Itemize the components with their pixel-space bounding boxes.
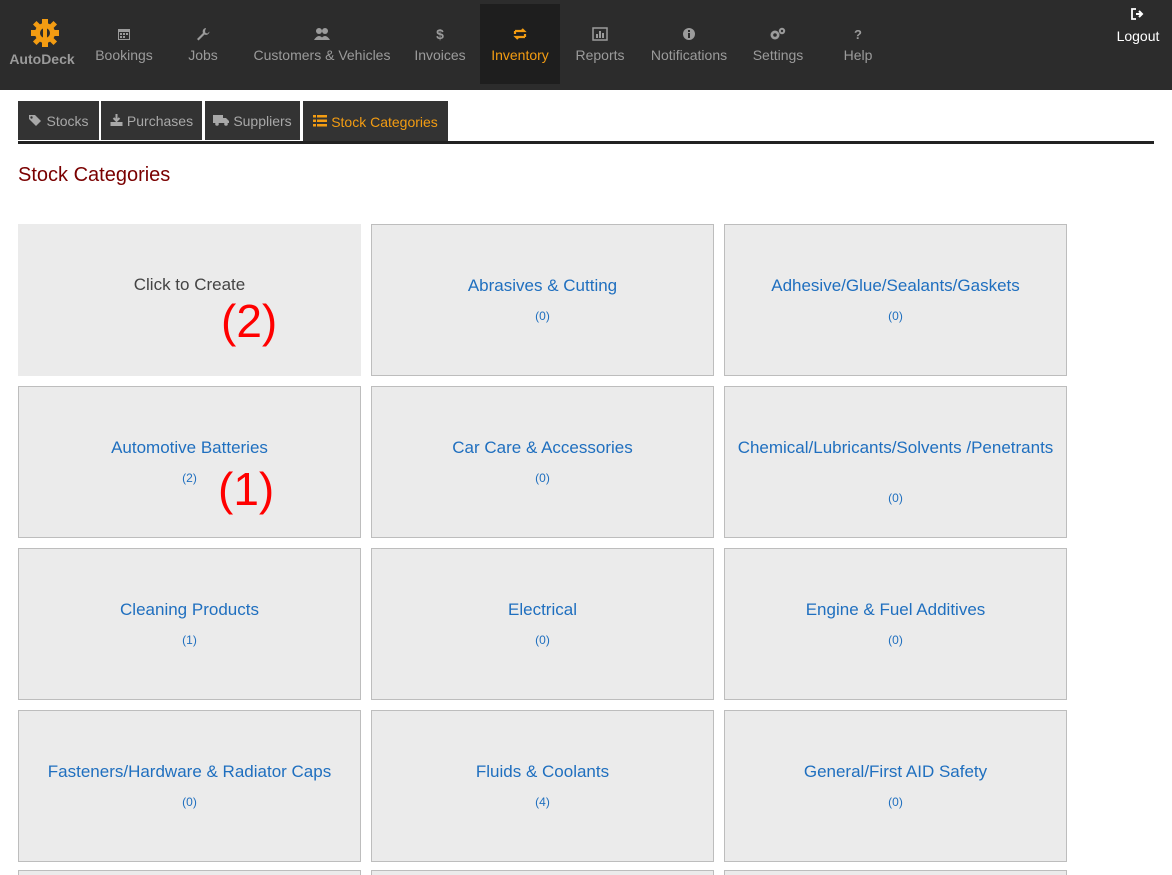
- nav-label: Inventory: [491, 47, 549, 63]
- category-card[interactable]: Electrical (0): [371, 548, 714, 700]
- users-icon: [246, 26, 398, 42]
- category-card[interactable]: Car Care & Accessories (0): [371, 386, 714, 538]
- nav-label: Help: [843, 47, 873, 63]
- brand-name: AutoDeck: [9, 51, 75, 67]
- page-title: Stock Categories: [18, 164, 171, 186]
- nav-customers-vehicles[interactable]: Customers & Vehicles: [246, 4, 398, 84]
- tab-purchases[interactable]: Purchases: [101, 101, 202, 140]
- tab-label: Stock Categories: [331, 114, 438, 130]
- cogs-icon: [744, 26, 812, 42]
- category-card[interactable]: Fluids & Coolants (4): [371, 710, 714, 862]
- tab-label: Purchases: [126, 112, 194, 129]
- nav-label: Customers & Vehicles: [253, 47, 391, 63]
- tab-stock-categories[interactable]: Stock Categories: [303, 101, 448, 143]
- tab-underline: [18, 141, 1154, 144]
- category-card-partial[interactable]: [371, 870, 714, 875]
- nav-help[interactable]: ? Help: [826, 4, 890, 84]
- truck-icon: [213, 113, 230, 129]
- category-count: (0): [888, 633, 903, 647]
- category-name[interactable]: Fasteners/Hardware & Radiator Caps: [29, 762, 350, 782]
- category-name[interactable]: Engine & Fuel Additives: [735, 600, 1056, 620]
- category-card-partial[interactable]: [724, 870, 1067, 875]
- category-card[interactable]: Engine & Fuel Additives (0): [724, 548, 1067, 700]
- category-name[interactable]: Adhesive/Glue/Sealants/Gaskets: [735, 276, 1056, 296]
- gear-logo-icon: [31, 19, 59, 47]
- annotation-2: (2): [221, 295, 278, 347]
- nav-bookings[interactable]: Bookings: [84, 4, 164, 84]
- tags-icon: [28, 113, 42, 129]
- nav-invoices[interactable]: $ Invoices: [405, 4, 475, 84]
- category-count: (0): [888, 309, 903, 323]
- category-name[interactable]: Fluids & Coolants: [382, 762, 703, 782]
- nav-inventory[interactable]: Inventory: [480, 4, 560, 84]
- tab-label: Stocks: [46, 112, 89, 129]
- category-name[interactable]: Cleaning Products: [29, 600, 350, 620]
- category-count: (4): [535, 795, 550, 809]
- category-count: (0): [888, 491, 903, 505]
- list-icon: [313, 114, 328, 130]
- category-count: (2): [182, 471, 197, 485]
- category-card-partial[interactable]: [18, 870, 361, 875]
- exchange-icon: [480, 26, 560, 42]
- category-count: (0): [888, 795, 903, 809]
- category-count: (0): [535, 309, 550, 323]
- nav-notifications[interactable]: Notifications: [642, 4, 736, 84]
- tab-label: Suppliers: [233, 112, 292, 129]
- info-icon: [642, 26, 736, 42]
- calendar-icon: [84, 26, 164, 42]
- category-card[interactable]: Adhesive/Glue/Sealants/Gaskets (0): [724, 224, 1067, 376]
- nav-reports[interactable]: Reports: [566, 4, 634, 84]
- category-name[interactable]: Automotive Batteries: [29, 438, 350, 458]
- nav-label: Jobs: [188, 47, 218, 63]
- category-name[interactable]: Car Care & Accessories: [382, 438, 703, 458]
- wrench-icon: [168, 26, 238, 42]
- category-name[interactable]: Abrasives & Cutting: [382, 276, 703, 296]
- category-card[interactable]: General/First AID Safety (0): [724, 710, 1067, 862]
- category-count: (0): [535, 471, 550, 485]
- logout-button[interactable]: Logout: [1110, 8, 1166, 44]
- bar-chart-icon: [566, 26, 634, 42]
- category-count: (0): [182, 795, 197, 809]
- category-name[interactable]: Chemical/Lubricants/Solvents /Penetrants: [735, 438, 1056, 458]
- dollar-icon: $: [436, 26, 444, 42]
- category-count: (1): [182, 633, 197, 647]
- nav-label: Reports: [575, 47, 625, 63]
- tab-stocks[interactable]: Stocks: [18, 101, 99, 140]
- app-logo[interactable]: AutoDeck: [0, 0, 84, 84]
- nav-label: Settings: [752, 47, 804, 63]
- create-label: Click to Create: [133, 275, 246, 294]
- annotation-1: (1): [218, 463, 275, 515]
- question-icon: ?: [854, 26, 862, 42]
- category-card[interactable]: Chemical/Lubricants/Solvents /Penetrants…: [724, 386, 1067, 538]
- category-name[interactable]: Electrical: [382, 600, 703, 620]
- category-card[interactable]: Abrasives & Cutting (0): [371, 224, 714, 376]
- top-navbar: AutoDeck Bookings Jobs Customers & Vehic…: [0, 0, 1172, 90]
- logout-label: Logout: [1116, 28, 1160, 44]
- category-card[interactable]: Fasteners/Hardware & Radiator Caps (0): [18, 710, 361, 862]
- nav-jobs[interactable]: Jobs: [168, 4, 238, 84]
- nav-label: Notifications: [650, 47, 728, 63]
- category-card[interactable]: Automotive Batteries (2): [18, 386, 361, 538]
- category-card[interactable]: Cleaning Products (1): [18, 548, 361, 700]
- sign-out-icon: [1110, 8, 1166, 24]
- nav-settings[interactable]: Settings: [744, 4, 812, 84]
- category-name[interactable]: General/First AID Safety: [735, 762, 1056, 782]
- category-count: (0): [535, 633, 550, 647]
- nav-label: Invoices: [414, 47, 466, 63]
- download-icon: [110, 113, 123, 129]
- create-category-card[interactable]: Click to Create: [18, 224, 361, 376]
- nav-label: Bookings: [95, 47, 153, 63]
- tab-suppliers[interactable]: Suppliers: [205, 101, 300, 140]
